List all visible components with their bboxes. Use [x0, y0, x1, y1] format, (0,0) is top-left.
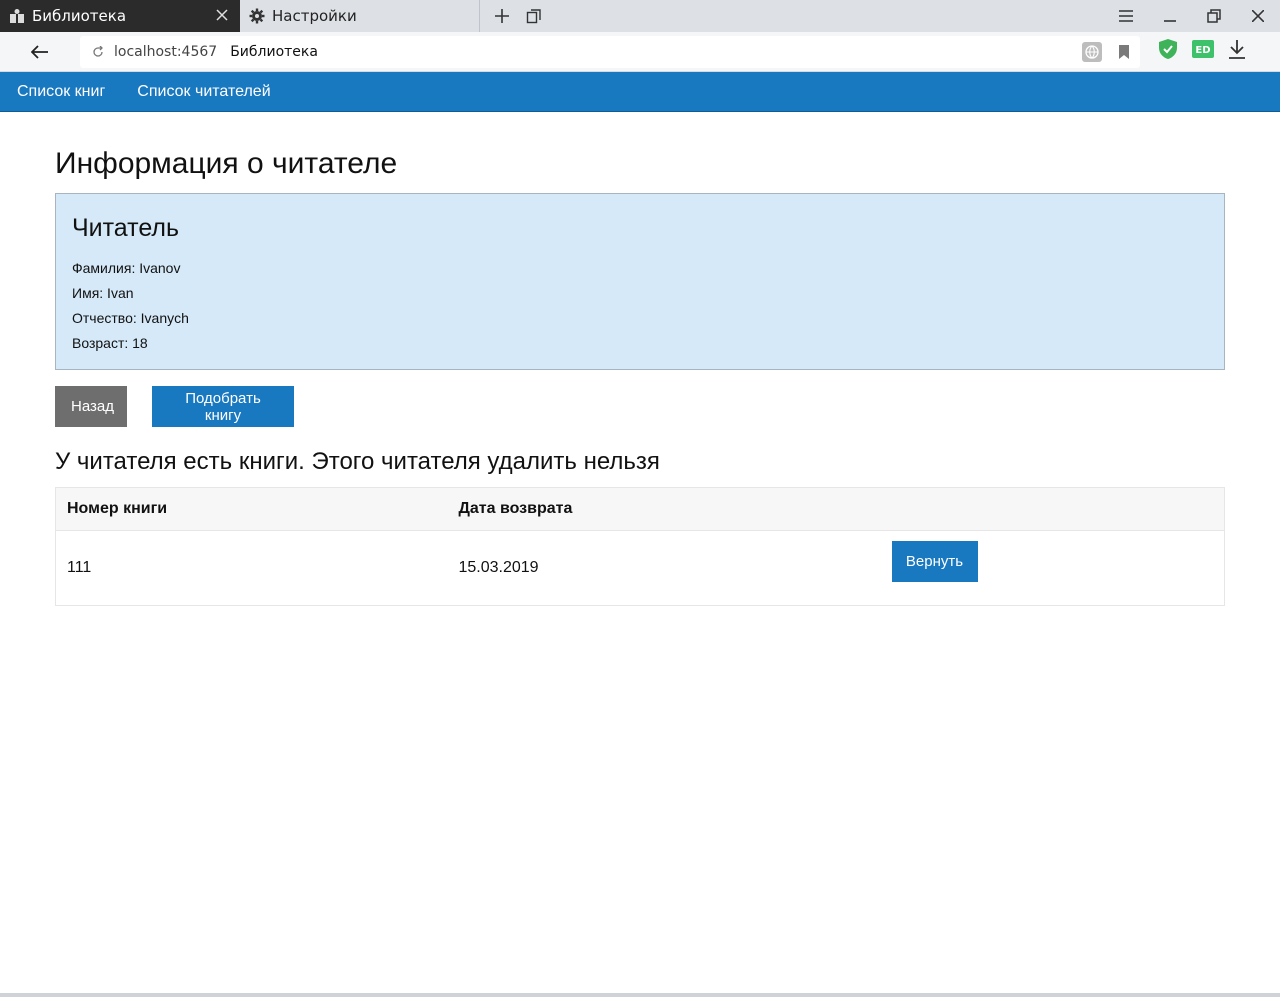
nav-readers-list[interactable]: Список читателей — [121, 72, 286, 112]
download-icon[interactable] — [1228, 39, 1246, 64]
tab-stack-icon[interactable] — [518, 0, 550, 32]
url-host: localhost:4567 — [114, 43, 218, 60]
shield-icon[interactable] — [1158, 38, 1178, 65]
menu-icon[interactable] — [1104, 0, 1148, 32]
close-window-icon[interactable] — [1236, 0, 1280, 32]
back-button[interactable]: Назад — [55, 386, 127, 427]
table-header-row: Номер книги Дата возврата — [55, 487, 1225, 531]
url-field[interactable]: localhost:4567 Библиотека — [80, 35, 1140, 68]
back-arrow-icon[interactable] — [20, 32, 60, 72]
reader-patronymic: Отчество: Ivanych — [72, 310, 189, 326]
column-header-actions — [880, 487, 1225, 531]
page-title: Информация о читателе — [55, 147, 398, 180]
cell-return-date: 15.03.2019 — [458, 559, 539, 576]
return-book-button[interactable]: Вернуть — [891, 540, 978, 582]
url-page-title: Библиотека — [230, 43, 318, 60]
ed-extension-icon[interactable]: ED — [1192, 40, 1214, 63]
main-content: Информация о читателе Читатель Фамилия: … — [55, 112, 1225, 606]
reader-card: Читатель Фамилия: Ivanov Имя: Ivan Отчес… — [55, 193, 1225, 370]
restore-icon[interactable] — [1192, 0, 1236, 32]
site-nav: Список книг Список читателей — [0, 72, 1280, 112]
window-bottom-border — [0, 993, 1280, 997]
action-buttons: Назад Подобрать книгу — [55, 386, 1225, 427]
column-header-book-number: Номер книги — [55, 487, 448, 531]
browser-tab-bar: Библиотека Настройки — [0, 0, 1280, 32]
reader-age: Возраст: 18 — [72, 335, 148, 351]
translate-icon[interactable] — [1082, 41, 1102, 67]
tab-label: Настройки — [272, 7, 357, 25]
reader-surname: Фамилия: Ivanov — [72, 260, 181, 276]
books-table: Номер книги Дата возврата 111 15.03.2019… — [55, 487, 1225, 606]
library-icon — [8, 7, 26, 25]
cell-book-number: 111 — [67, 559, 92, 576]
bookmark-icon[interactable] — [1114, 42, 1134, 67]
column-header-return-date: Дата возврата — [447, 487, 881, 531]
cell-action: Вернуть — [881, 531, 1225, 606]
nav-books-list[interactable]: Список книг — [0, 72, 121, 112]
reload-icon[interactable] — [86, 45, 110, 58]
new-tab-icon[interactable] — [486, 0, 518, 32]
svg-text:ED: ED — [1195, 45, 1210, 56]
gear-icon — [248, 7, 266, 25]
pick-book-button[interactable]: Подобрать книгу — [152, 386, 294, 427]
tab-settings[interactable]: Настройки — [240, 0, 480, 32]
address-bar: localhost:4567 Библиотека ED — [0, 32, 1280, 72]
cannot-delete-warning: У читателя есть книги. Этого читателя уд… — [55, 448, 660, 475]
reader-card-title: Читатель — [72, 214, 180, 242]
tab-library[interactable]: Библиотека — [0, 0, 240, 32]
tab-label: Библиотека — [32, 7, 127, 25]
close-icon[interactable] — [214, 7, 230, 23]
table-row: 111 15.03.2019 Вернуть — [56, 531, 1225, 606]
reader-name: Имя: Ivan — [72, 285, 134, 301]
minimize-icon[interactable] — [1148, 0, 1192, 32]
